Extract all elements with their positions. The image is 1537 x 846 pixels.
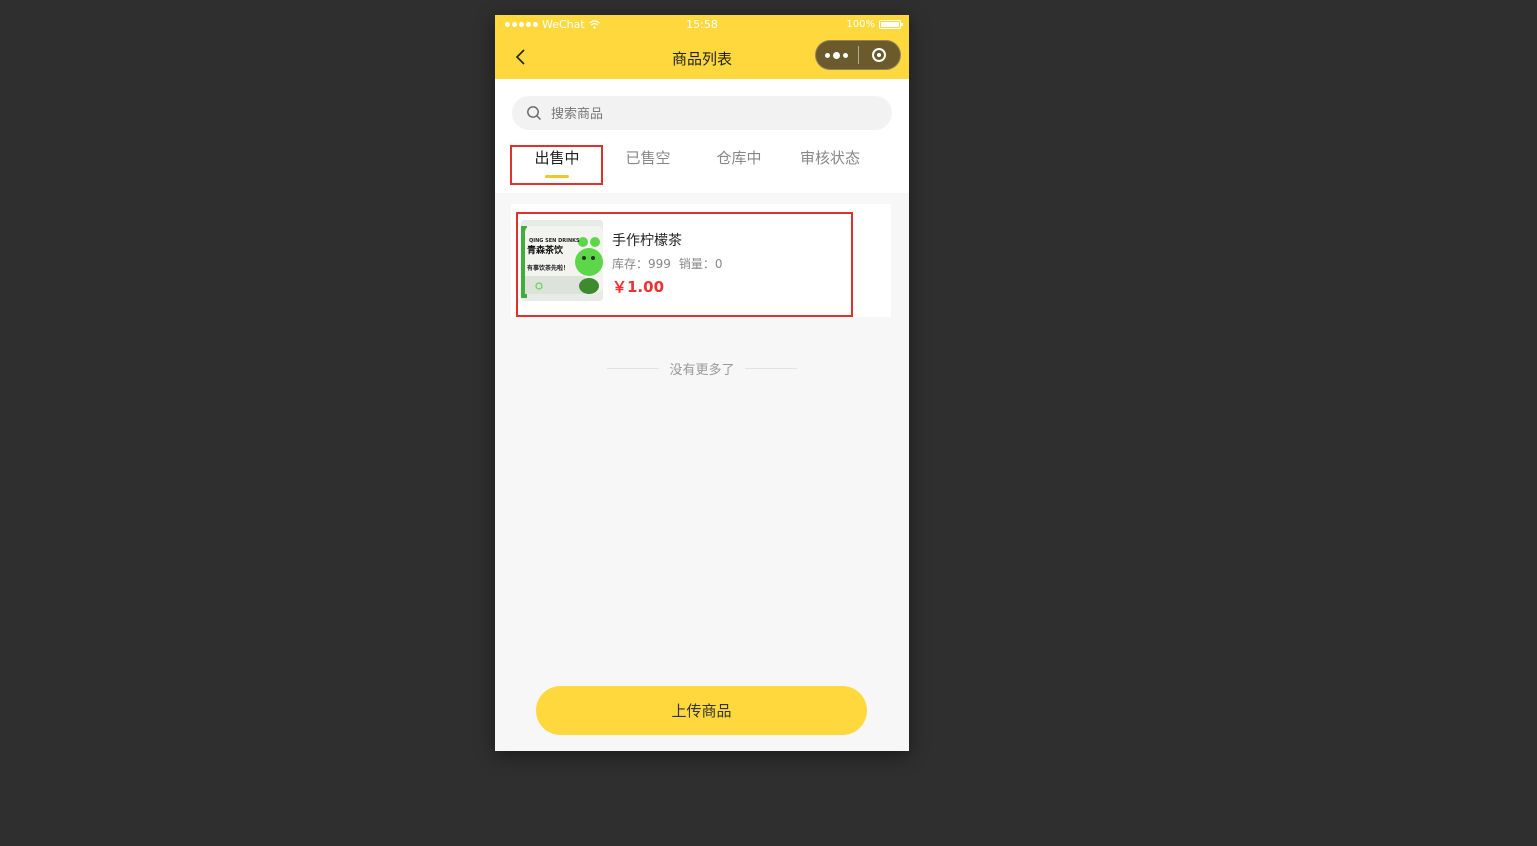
thumb-brand-text: QING SEN DRINKS (529, 238, 580, 244)
list-end-text: 没有更多了 (669, 362, 735, 378)
divider-line (607, 367, 660, 369)
product-price: ￥1.00 (612, 278, 665, 296)
battery-icon (879, 20, 903, 29)
thumb-title-text: 青森茶饮 (527, 244, 564, 256)
tab-on-sale[interactable]: 出售中 (512, 147, 602, 187)
list-end-indicator: 没有更多了 (495, 360, 909, 378)
product-stock: 库存：999 (612, 257, 671, 271)
more-dots-icon[interactable] (816, 51, 858, 59)
status-tabs: 出售中 已售空 仓库中 审核状态 (512, 147, 892, 187)
miniprogram-capsule (815, 40, 901, 70)
divider-line (744, 367, 797, 369)
search-input[interactable] (549, 96, 873, 132)
product-card[interactable]: QING SEN DRINKS 青森茶饮 有事饮茶先啦！ 手作柠檬茶 库存：99… (511, 204, 891, 317)
product-image: QING SEN DRINKS 青森茶饮 有事饮茶先啦！ (521, 220, 603, 301)
product-thumbnail[interactable]: QING SEN DRINKS 青森茶饮 有事饮茶先啦！ (521, 220, 603, 301)
tab-label: 出售中 (534, 149, 580, 167)
close-miniprogram-button[interactable] (858, 48, 900, 62)
upload-product-button[interactable]: 上传商品 (536, 686, 867, 735)
status-bar: WeChat 15:58 100% (495, 15, 909, 35)
product-name[interactable]: 手作柠檬茶 (612, 230, 682, 250)
tab-label: 仓库中 (716, 149, 762, 167)
battery-area: 100% (846, 19, 903, 30)
top-bar: WeChat 15:58 100% 商品列表 (495, 15, 909, 79)
product-sales: 销量：0 (678, 257, 723, 271)
product-meta: 库存：999 销量：0 (612, 255, 723, 272)
target-circle-icon (872, 48, 887, 62)
tab-label: 审核状态 (799, 149, 860, 167)
search-icon (527, 106, 541, 120)
tab-label: 已售空 (625, 149, 671, 167)
phone-screen: WeChat 15:58 100% 商品列表 搜索商品 出售中 已售空 仓库中 … (495, 15, 909, 751)
search-tabs-area: 出售中 已售空 仓库中 审核状态 (495, 79, 909, 193)
navigation-bar: 商品列表 (495, 35, 909, 79)
tab-in-warehouse[interactable]: 仓库中 (694, 147, 784, 187)
thumb-slogan-text: 有事饮茶先啦！ (527, 264, 569, 272)
tab-review-status[interactable]: 审核状态 (785, 147, 875, 187)
tab-sold-out[interactable]: 已售空 (603, 147, 693, 187)
active-tab-indicator (545, 175, 569, 178)
battery-percent: 100% (846, 19, 875, 30)
search-bar[interactable] (512, 96, 892, 132)
